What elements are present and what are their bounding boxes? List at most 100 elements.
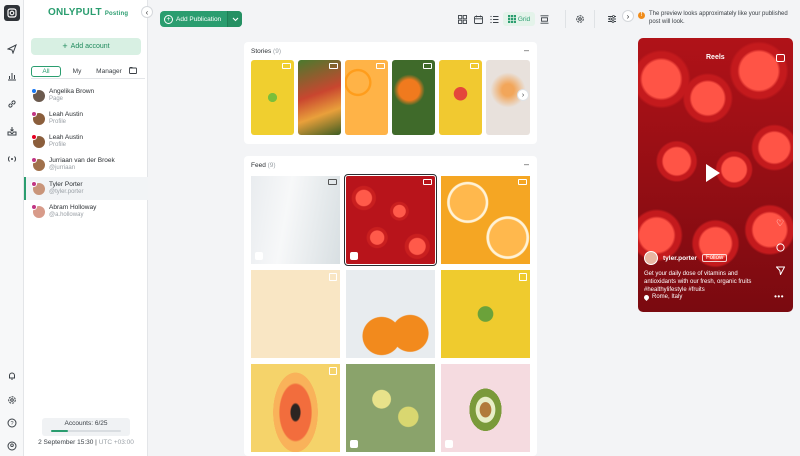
account-filter-tabs: All My Manager xyxy=(31,66,145,77)
story-thumbnail[interactable] xyxy=(345,60,388,135)
reel-caption: Get your daily dose of vitamins and anti… xyxy=(644,271,752,293)
avatar xyxy=(644,251,658,265)
reels-icon xyxy=(445,440,453,448)
feed-post-thumbnail[interactable] xyxy=(251,364,340,452)
follow-button: Follow xyxy=(701,254,728,262)
link-icon[interactable] xyxy=(5,97,19,111)
feed-post-thumbnail[interactable] xyxy=(346,364,435,452)
info-icon: ! xyxy=(638,12,645,19)
dashboard-view-icon[interactable] xyxy=(455,12,469,26)
calendar-view-icon[interactable] xyxy=(471,12,485,26)
collapse-preview-button[interactable]: › xyxy=(622,10,634,22)
avatar xyxy=(31,156,45,171)
settings-icon[interactable] xyxy=(5,393,19,407)
tab-all[interactable]: All xyxy=(31,66,61,77)
collapse-feed-button[interactable]: – xyxy=(524,159,529,169)
reel-location: Rome, Italy xyxy=(642,293,682,301)
folder-icon[interactable] xyxy=(125,66,141,77)
heart-icon: ♡ xyxy=(775,217,785,228)
account-item[interactable]: Angelika Brown Page xyxy=(24,84,148,107)
add-publication-dropdown[interactable] xyxy=(227,11,242,27)
reels-icon xyxy=(255,252,263,260)
feed-post-thumbnail[interactable] xyxy=(441,176,530,264)
chevron-down-icon xyxy=(232,17,238,21)
collapse-panel-button[interactable]: ‹ xyxy=(141,6,153,18)
analytics-icon[interactable] xyxy=(5,69,19,83)
grid-view-button[interactable]: Grid xyxy=(503,12,535,26)
add-publication-button[interactable]: + Add Publication xyxy=(160,11,242,27)
feed-post-thumbnail[interactable] xyxy=(251,270,340,358)
account-item[interactable]: Leah Austin Profile xyxy=(24,107,148,130)
reel-author: tyler.porter Follow xyxy=(644,251,728,265)
video-icon xyxy=(423,179,432,185)
camera-icon xyxy=(776,54,785,62)
feed-post-thumbnail[interactable] xyxy=(251,176,340,264)
story-thumbnail[interactable] xyxy=(392,60,435,135)
reels-label: Reels xyxy=(706,54,725,61)
account-item-selected[interactable]: Tyler Porter @tyler.porter xyxy=(24,177,148,200)
account-item[interactable]: Abram Holloway @a.holloway xyxy=(24,200,148,223)
video-icon xyxy=(423,63,432,69)
collapse-stories-button[interactable]: – xyxy=(524,45,529,55)
svg-text:?: ? xyxy=(10,421,13,427)
app-logo-icon[interactable] xyxy=(4,5,20,21)
story-thumbnail[interactable] xyxy=(298,60,341,135)
feed-post-thumbnail[interactable] xyxy=(441,364,530,452)
stories-header: Stories (9) xyxy=(251,48,281,55)
inbox-icon[interactable] xyxy=(5,124,19,138)
send-icon[interactable] xyxy=(5,42,19,56)
feed-post-thumbnail-selected[interactable] xyxy=(344,174,437,266)
feed-section: Feed (9) – xyxy=(244,156,537,456)
video-icon xyxy=(282,63,291,69)
accounts-progress-bar xyxy=(51,430,121,432)
image-icon xyxy=(329,367,337,375)
video-icon xyxy=(470,63,479,69)
share-icon xyxy=(775,265,785,275)
stories-section: Stories (9) – › xyxy=(244,42,537,144)
image-icon xyxy=(329,273,337,281)
help-icon[interactable]: ? xyxy=(5,416,19,430)
list-view-icon[interactable] xyxy=(487,12,501,26)
reels-icon xyxy=(350,440,358,448)
feed-post-thumbnail[interactable] xyxy=(346,270,435,358)
avatar xyxy=(31,203,45,218)
plus-icon: + xyxy=(62,41,68,51)
avatar xyxy=(31,133,45,148)
chevron-right-icon: › xyxy=(626,11,630,21)
profile-icon[interactable] xyxy=(5,439,19,453)
view-switcher: Grid xyxy=(455,11,560,27)
broadcast-icon[interactable] xyxy=(5,152,19,166)
feed-header: Feed (9) xyxy=(251,162,276,169)
avatar xyxy=(31,87,45,102)
filter-sliders-icon[interactable] xyxy=(605,12,619,26)
tab-manager[interactable]: Manager xyxy=(93,67,125,76)
plus-circle-icon: + xyxy=(164,14,173,24)
video-icon xyxy=(329,63,338,69)
preview-notice: ! The preview looks approximately like y… xyxy=(638,11,794,26)
add-account-button[interactable]: + Add account xyxy=(31,38,141,55)
feed-post-thumbnail[interactable] xyxy=(441,270,530,358)
image-icon xyxy=(519,273,527,281)
brand-logo: ONLYPULT Posting xyxy=(48,7,129,18)
compact-view-icon[interactable] xyxy=(537,12,551,26)
reel-preview: Reels ♡ tyler.porter Follow Get your dai… xyxy=(638,38,793,312)
current-datetime: 2 September 15:30 | UTC +03:00 xyxy=(38,439,134,446)
accounts-panel: ONLYPULT Posting ‹ + Add account All My M… xyxy=(24,0,153,456)
reels-icon xyxy=(350,252,358,260)
grid-icon xyxy=(507,15,516,23)
play-icon[interactable] xyxy=(706,164,720,182)
account-item[interactable]: Jurriaan van der Broek @jurriaan xyxy=(24,153,148,176)
chevron-right-icon: › xyxy=(521,91,525,99)
avatar xyxy=(31,180,45,195)
story-thumbnail[interactable] xyxy=(439,60,482,135)
settings-gear-icon[interactable] xyxy=(573,12,587,26)
tab-my[interactable]: My xyxy=(61,67,93,76)
account-item[interactable]: Leah Austin Profile xyxy=(24,130,148,153)
avatar xyxy=(31,110,45,125)
story-thumbnail[interactable] xyxy=(251,60,294,135)
accounts-counter: Accounts: 6/25 xyxy=(42,418,130,436)
video-icon xyxy=(376,63,385,69)
comment-icon xyxy=(775,242,785,252)
stories-next-button[interactable]: › xyxy=(517,89,529,101)
bell-icon[interactable] xyxy=(5,369,19,383)
